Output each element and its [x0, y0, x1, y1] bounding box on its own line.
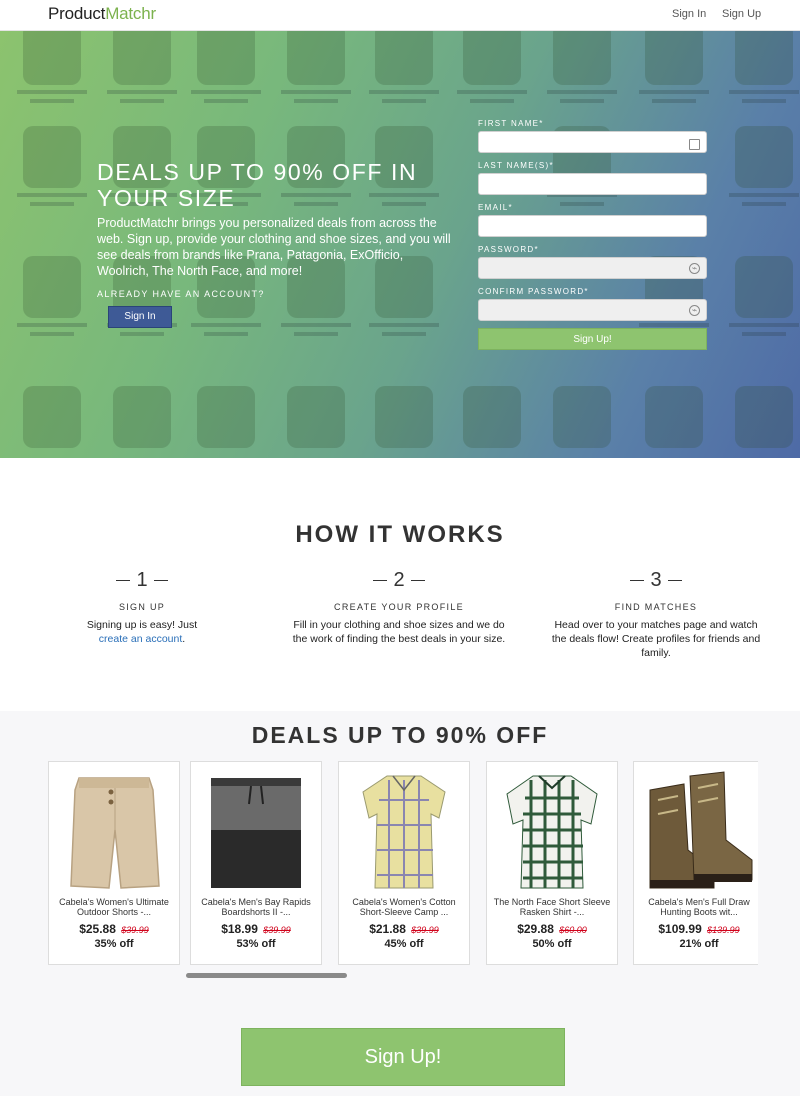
- deal-price: $25.88 $39.99: [79, 922, 149, 936]
- deal-old-price: $39.99: [411, 925, 439, 935]
- deal-old-price: $139.99: [707, 925, 740, 935]
- deal-discount: 53% off: [236, 938, 276, 950]
- deal-name: Cabela's Women's Cotton Short-Sleeve Cam…: [352, 897, 456, 917]
- last-name-label: LAST NAME(S)*: [478, 161, 554, 170]
- password-label: PASSWORD*: [478, 245, 539, 254]
- step-text: Signing up is easy! Just create an accou…: [86, 619, 198, 645]
- email-label: EMAIL*: [478, 203, 513, 212]
- deal-old-price: $39.99: [121, 925, 149, 935]
- contact-card-icon: [689, 139, 700, 150]
- deal-price: $29.88 $60.00: [517, 922, 587, 936]
- deal-card[interactable]: The North Face Short Sleeve Rasken Shirt…: [486, 761, 618, 965]
- deals-carousel[interactable]: Cabela's Women's Ultimate Outdoor Shorts…: [48, 761, 758, 965]
- top-navbar: ProductMatchr Sign In Sign Up: [0, 0, 800, 31]
- deal-old-price: $39.99: [263, 925, 291, 935]
- deals-title: DEALS UP TO 90% OFF: [251, 722, 549, 748]
- step-text: Head over to your matches page and watch…: [551, 619, 761, 659]
- first-name-label: FIRST NAME*: [478, 119, 544, 128]
- password-input[interactable]: ⌁: [478, 257, 707, 279]
- step-text: Fill in your clothing and shoe sizes and…: [292, 619, 506, 645]
- step-heading: FIND MATCHES: [614, 602, 698, 612]
- deal-price: $18.99 $39.99: [221, 922, 291, 936]
- boardshorts-icon: [211, 778, 301, 888]
- step-heading: SIGN UP: [118, 602, 166, 612]
- confirm-password-key-icon[interactable]: ⌁: [689, 305, 700, 316]
- confirm-password-input[interactable]: ⌁: [478, 299, 707, 321]
- create-account-link[interactable]: create an account: [99, 633, 182, 645]
- step-3: 3 FIND MATCHES Head over to your matches…: [541, 568, 771, 660]
- first-name-input[interactable]: [478, 131, 707, 153]
- nav-sign-in-link[interactable]: Sign In: [672, 8, 706, 20]
- hero-section: DEALS UP TO 90% OFF IN YOUR SIZE Product…: [0, 31, 800, 458]
- deal-discount: 45% off: [384, 938, 424, 950]
- email-input[interactable]: [478, 215, 707, 237]
- last-name-input[interactable]: [478, 173, 707, 195]
- deal-card[interactable]: Cabela's Men's Full Draw Hunting Boots w…: [633, 761, 758, 965]
- boots-icon: [649, 771, 753, 889]
- deal-discount: 50% off: [532, 938, 572, 950]
- hero-description: ProductMatchr brings you personalized de…: [97, 216, 451, 278]
- step-number: 2: [284, 568, 514, 592]
- already-have-account-label: ALREADY HAVE AN ACCOUNT?: [97, 289, 265, 299]
- deal-name: Cabela's Women's Ultimate Outdoor Shorts…: [59, 897, 169, 917]
- nav-sign-up-link[interactable]: Sign Up: [722, 8, 761, 20]
- carousel-scrollbar[interactable]: [186, 973, 347, 978]
- deal-name: Cabela's Men's Full Draw Hunting Boots w…: [648, 897, 750, 917]
- password-key-icon[interactable]: ⌁: [689, 263, 700, 274]
- step-number: 3: [541, 568, 771, 592]
- deal-name: The North Face Short Sleeve Rasken Shirt…: [493, 897, 611, 917]
- brand-logo[interactable]: ProductMatchr: [48, 4, 156, 24]
- step-2: 2 CREATE YOUR PROFILE Fill in your cloth…: [284, 568, 514, 646]
- step-number: 1: [27, 568, 257, 592]
- deal-price: $21.88 $39.99: [369, 922, 439, 936]
- hero-title: DEALS UP TO 90% OFF IN YOUR SIZE: [97, 159, 418, 211]
- deal-card[interactable]: Cabela's Women's Ultimate Outdoor Shorts…: [48, 761, 180, 965]
- deal-discount: 21% off: [679, 938, 719, 950]
- hero-sign-in-button[interactable]: Sign In: [108, 306, 172, 328]
- brand-text-matchr: Matchr: [105, 4, 156, 23]
- signup-form: FIRST NAME* LAST NAME(S)* EMAIL* PASSWOR…: [478, 119, 710, 350]
- check-shirt-icon: [506, 775, 598, 889]
- deal-old-price: $60.00: [559, 925, 587, 935]
- form-signup-button[interactable]: Sign Up!: [478, 328, 707, 350]
- bottom-signup-button[interactable]: Sign Up!: [241, 1028, 565, 1086]
- plaid-shirt-icon: [362, 775, 446, 889]
- how-it-works-title: HOW IT WORKS: [295, 521, 505, 548]
- step-1: 1 SIGN UP Signing up is easy! Just creat…: [27, 568, 257, 646]
- deal-card[interactable]: Cabela's Men's Bay Rapids Boardshorts II…: [190, 761, 322, 965]
- step-heading: CREATE YOUR PROFILE: [334, 602, 464, 612]
- brand-text-product: Product: [48, 4, 106, 23]
- deal-price: $109.99 $139.99: [658, 922, 740, 936]
- shorts-icon: [70, 777, 160, 889]
- deal-card[interactable]: Cabela's Women's Cotton Short-Sleeve Cam…: [338, 761, 470, 965]
- deal-discount: 35% off: [94, 938, 134, 950]
- confirm-password-label: CONFIRM PASSWORD*: [478, 287, 589, 296]
- deals-section: DEALS UP TO 90% OFF Cabela's Women's Ult…: [0, 711, 800, 1096]
- deal-name: Cabela's Men's Bay Rapids Boardshorts II…: [201, 897, 311, 917]
